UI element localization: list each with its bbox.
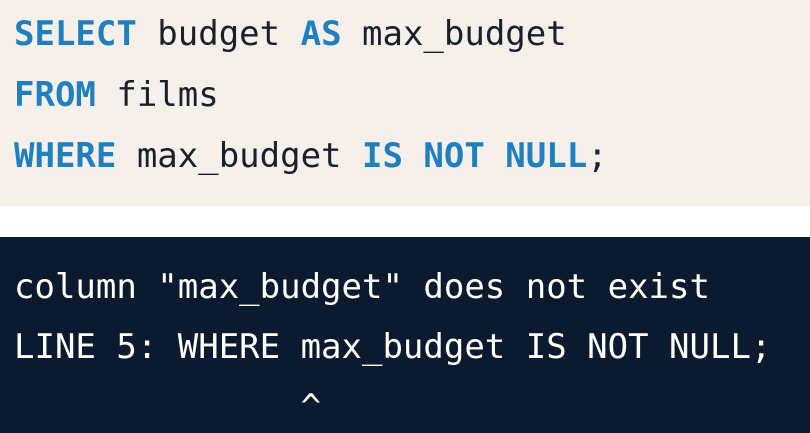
query-line-3: WHERE max_budget IS NOT NULL; (14, 136, 608, 176)
query-line-1: SELECT budget AS max_budget (14, 14, 567, 54)
query-text: max_budget (341, 14, 567, 54)
keyword-from: FROM (14, 75, 96, 115)
query-text: ; (587, 136, 608, 176)
keyword-where: WHERE (14, 136, 117, 176)
error-output-panel: column "max_budget" does not exist LINE … (0, 237, 810, 433)
sql-query-panel: SELECT budget AS max_budget FROM films W… (0, 0, 810, 206)
query-text: budget (136, 14, 301, 54)
query-text: films (95, 75, 219, 115)
query-text: max_budget (116, 136, 362, 176)
keyword-is-not-null: IS NOT NULL (362, 136, 588, 176)
keyword-as: AS (300, 14, 342, 54)
error-line-reference: LINE 5: WHERE max_budget IS NOT NULL; (14, 327, 772, 367)
keyword-select: SELECT (14, 14, 137, 54)
error-caret: ^ (14, 387, 322, 427)
query-line-2: FROM films (14, 75, 219, 115)
error-message: column "max_budget" does not exist (14, 267, 710, 307)
